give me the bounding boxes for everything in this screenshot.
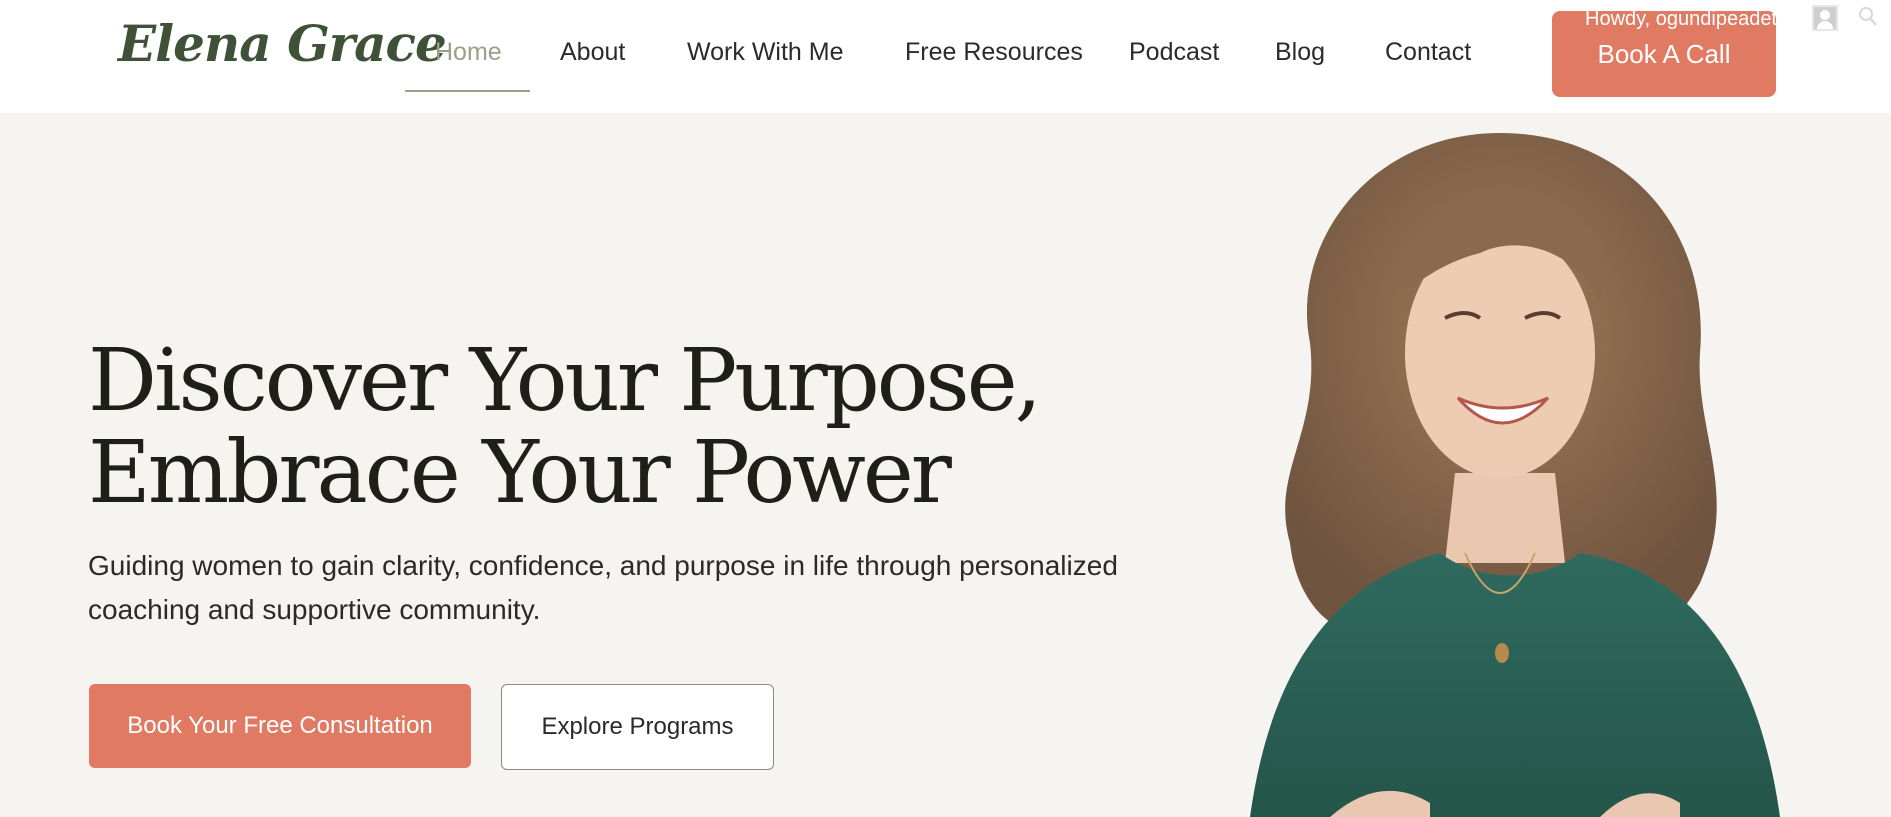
nav-item-home[interactable]: Home (435, 38, 502, 67)
nav-item-blog[interactable]: Blog (1275, 38, 1325, 67)
nav-item-podcast[interactable]: Podcast (1129, 38, 1219, 67)
explore-programs-button[interactable]: Explore Programs (501, 684, 774, 770)
search-icon[interactable] (1858, 6, 1878, 28)
hero-subtitle: Guiding women to gain clarity, confidenc… (88, 550, 1118, 625)
hero-title-line-2: Embrace Your Power (88, 423, 952, 523)
hero-section: Discover Your Purpose, Embrace Your Powe… (0, 113, 1891, 817)
admin-greeting[interactable]: Howdy, ogundipeadetola (1585, 8, 1804, 31)
hero-title-line-1: Discover Your Purpose, (88, 331, 1042, 431)
nav-item-about[interactable]: About (560, 38, 625, 67)
nav-active-indicator (405, 90, 530, 92)
nav-item-contact[interactable]: Contact (1385, 38, 1471, 67)
site-logo[interactable]: Elena Grace (118, 14, 447, 73)
nav-item-work-with-me[interactable]: Work With Me (687, 38, 844, 67)
book-consultation-button[interactable]: Book Your Free Consultation (89, 684, 471, 768)
site-header: Elena Grace Home About Work With Me Free… (0, 0, 1891, 113)
user-avatar-icon[interactable] (1812, 5, 1838, 31)
hero-title: Discover Your Purpose, Embrace Your Powe… (88, 335, 1042, 519)
nav-item-free-resources[interactable]: Free Resources (905, 38, 1083, 67)
coach-portrait-image (1250, 133, 1780, 817)
